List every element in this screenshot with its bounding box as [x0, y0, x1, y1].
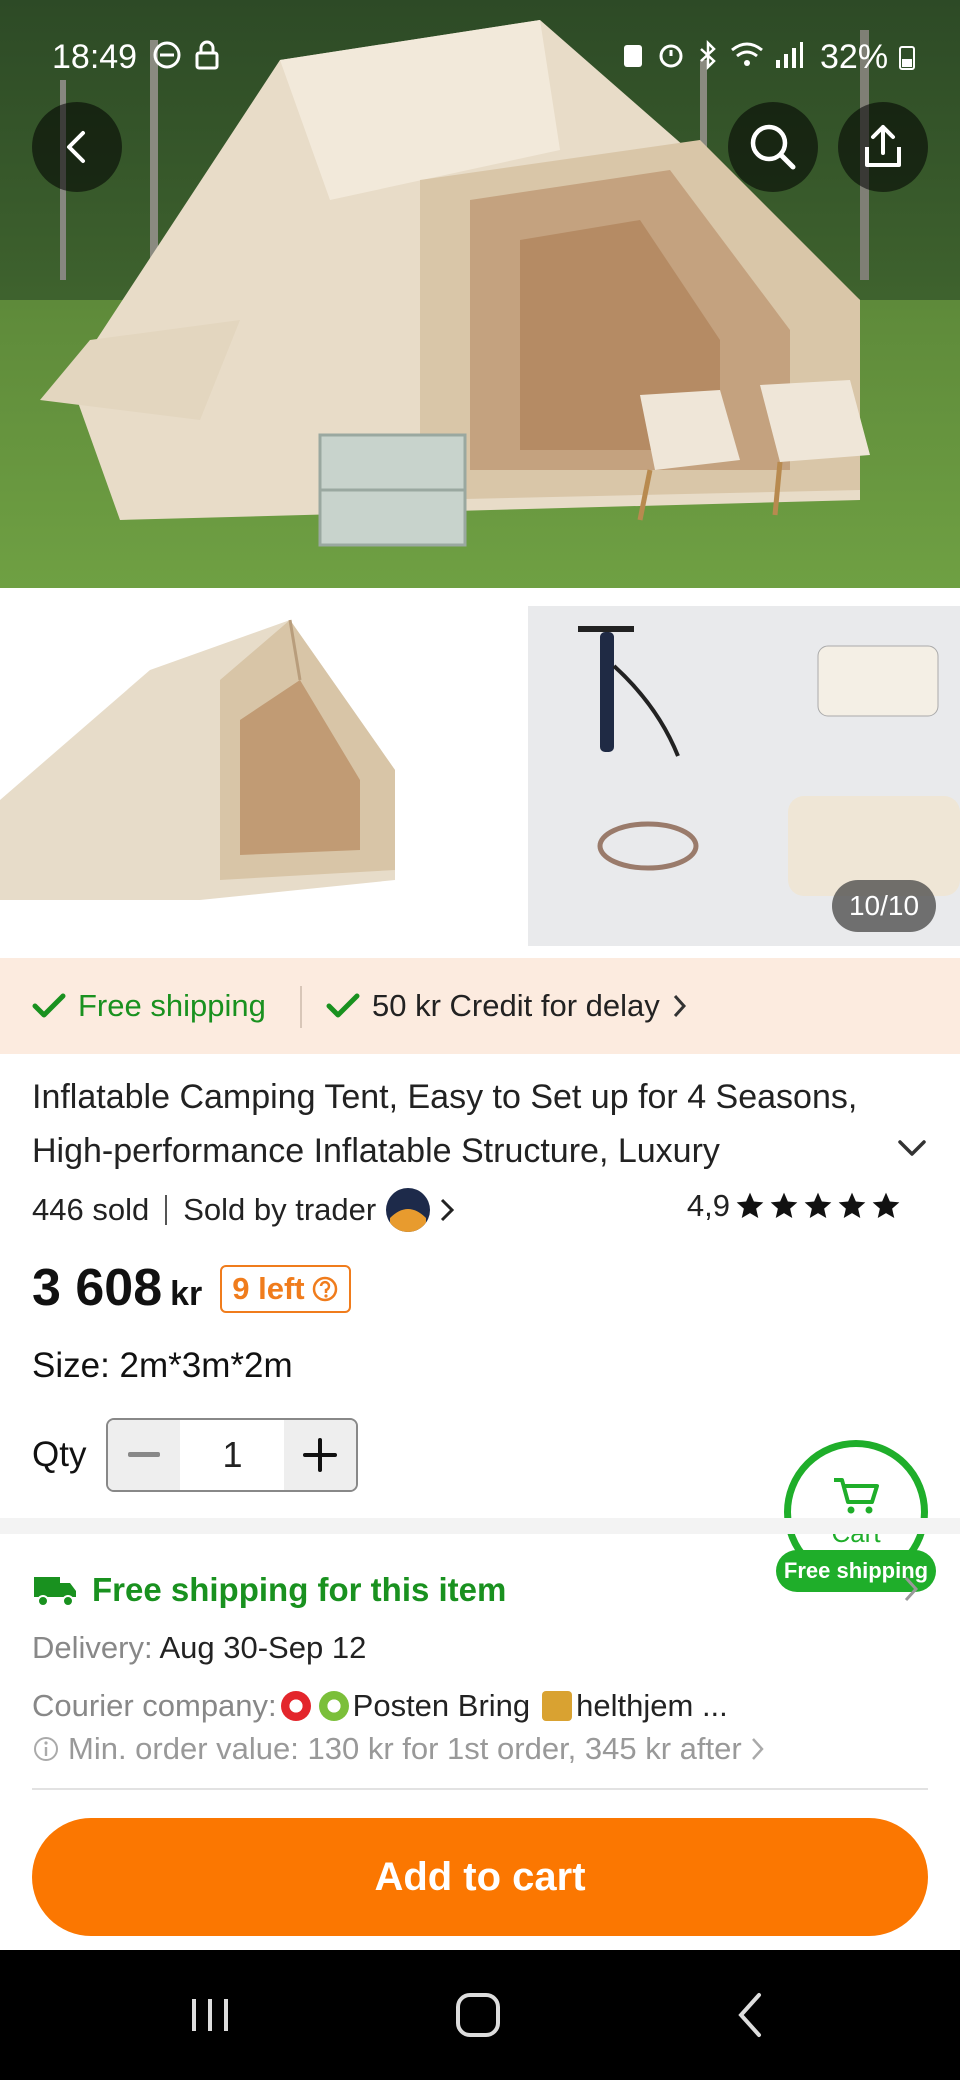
star-icon — [872, 1192, 900, 1218]
sold-count: 446 sold — [32, 1192, 150, 1227]
battery-saver-icon — [624, 45, 642, 67]
product-main-image[interactable]: 18:49 32% — [0, 0, 960, 588]
chevron-right-icon — [441, 1198, 455, 1222]
rating-value: 4,9 — [686, 1188, 730, 1223]
seller-avatar — [386, 1188, 431, 1232]
battery-icon — [898, 46, 915, 70]
price-row: 3 608 kr 9 left — [32, 1258, 351, 1328]
min-order-row: Min. order value: 130 kr for 1st order, … — [32, 1728, 932, 1770]
minus-icon — [128, 1452, 161, 1457]
bring-logo-icon — [318, 1691, 349, 1721]
section-divider — [0, 1518, 960, 1534]
divider — [32, 1788, 928, 1790]
star-icon — [770, 1192, 798, 1218]
seller-link[interactable]: Sold by trader — [183, 1188, 456, 1232]
courier-row: Courier company: Posten Bring helthjem .… — [32, 1684, 932, 1728]
tent-thumbnail-image — [0, 600, 520, 940]
chevron-right-icon — [673, 994, 686, 1018]
qty-label: Qty — [32, 1435, 87, 1474]
dnd-icon — [153, 41, 181, 69]
signal-icon — [776, 42, 803, 68]
alarm-icon — [659, 44, 683, 68]
search-button[interactable] — [728, 102, 818, 192]
star-icon — [736, 1192, 764, 1218]
share-button[interactable] — [838, 102, 928, 192]
decrease-qty-button[interactable] — [108, 1420, 181, 1490]
quantity-value[interactable]: 1 — [180, 1420, 284, 1490]
home-icon — [456, 1993, 500, 2037]
stock-text: 9 left — [232, 1271, 305, 1306]
back-button[interactable] — [32, 102, 122, 192]
delay-credit-link[interactable]: 50 kr Credit for delay — [326, 988, 688, 1024]
min-order-text: Min. order value: 130 kr for 1st order, … — [68, 1731, 742, 1766]
check-icon — [326, 993, 360, 1018]
image-counter: 10/10 — [832, 880, 936, 932]
quantity-row: Qty 1 — [32, 1418, 359, 1492]
status-time: 18:49 — [52, 38, 138, 76]
lock-icon — [195, 40, 219, 70]
plus-icon — [303, 1438, 338, 1472]
share-icon — [865, 125, 901, 167]
search-icon — [750, 124, 796, 170]
help-icon — [312, 1276, 337, 1302]
sales-seller-row: 446 sold Sold by trader 4,9 — [32, 1188, 932, 1232]
shipping-info[interactable]: Free shipping for this item Delivery: Au… — [32, 1562, 932, 1770]
home-button[interactable] — [428, 1980, 528, 2050]
battery-percent: 32% — [820, 38, 889, 76]
banner-divider — [300, 986, 302, 1028]
delay-credit-text: 50 kr Credit for delay — [372, 988, 660, 1023]
chevron-down-icon[interactable] — [896, 1132, 928, 1164]
thumbnail-tent[interactable] — [0, 600, 520, 940]
truck-icon — [34, 1577, 76, 1607]
system-back-button[interactable] — [700, 1980, 800, 2050]
delivery-value: Aug 30-Sep 12 — [159, 1630, 367, 1665]
info-icon — [34, 1737, 58, 1761]
check-icon — [32, 993, 66, 1018]
free-shipping-badge: Free shipping — [32, 988, 266, 1024]
increase-qty-button[interactable] — [284, 1420, 357, 1490]
back-icon — [738, 1993, 761, 2037]
quantity-stepper: 1 — [106, 1418, 359, 1492]
shipping-banner[interactable]: Free shipping 50 kr Credit for delay — [0, 958, 960, 1054]
add-to-cart-button[interactable]: Add to cart — [32, 1818, 928, 1936]
courier-label: Courier company: — [32, 1688, 277, 1723]
product-title[interactable]: Inflatable Camping Tent, Easy to Set up … — [32, 1070, 932, 1178]
chevron-right-icon — [904, 1576, 919, 1602]
stock-badge[interactable]: 9 left — [220, 1265, 351, 1313]
rating[interactable]: 4,9 — [687, 1188, 902, 1224]
thumbnail-strip — [0, 590, 960, 952]
wifi-icon — [731, 42, 763, 66]
rating-stars — [734, 1190, 902, 1222]
free-shipping-text: Free shipping — [78, 988, 266, 1023]
delivery-label: Delivery: — [32, 1630, 160, 1665]
price-currency: kr — [170, 1275, 203, 1313]
posten-logo-icon — [280, 1691, 311, 1721]
product-title-line: High-performance Inflatable Structure, L… — [32, 1132, 720, 1170]
star-icon — [804, 1192, 832, 1218]
chevron-left-icon — [67, 131, 85, 163]
recent-apps-button[interactable] — [160, 1980, 260, 2050]
courier-name: helthjem ... — [576, 1688, 728, 1723]
shipping-title: Free shipping for this item — [92, 1571, 507, 1608]
recent-apps-icon — [192, 1999, 228, 2031]
delivery-row: Delivery: Aug 30-Sep 12 — [32, 1630, 932, 1674]
courier-name: Posten Bring — [352, 1688, 531, 1723]
seller-text: Sold by trader — [183, 1192, 377, 1227]
star-icon — [838, 1192, 866, 1218]
status-bar: 18:49 32% — [0, 0, 960, 110]
cart-icon — [834, 1477, 879, 1513]
chevron-right-icon — [751, 1738, 764, 1760]
bluetooth-icon — [700, 40, 716, 70]
system-nav-bar — [0, 1950, 960, 2080]
price: 3 608 — [32, 1259, 163, 1317]
helthjem-logo-icon — [542, 1691, 573, 1721]
product-title-line: Inflatable Camping Tent, Easy to Set up … — [32, 1078, 858, 1116]
size-label[interactable]: Size: 2m*3m*2m — [32, 1346, 293, 1386]
